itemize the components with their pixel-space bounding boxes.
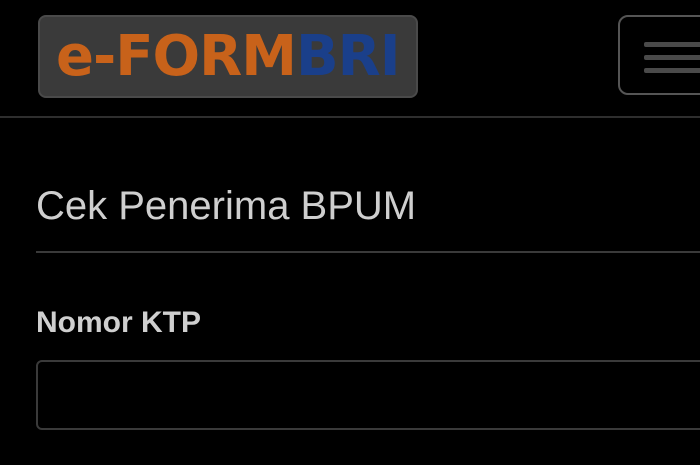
eform-bri-logo[interactable]: e-FORM BRI (38, 15, 418, 98)
menu-toggle-button[interactable] (618, 15, 700, 95)
page-title: Cek Penerima BPUM (36, 184, 417, 228)
hamburger-bar (644, 68, 700, 73)
ktp-number-input[interactable] (36, 360, 700, 430)
title-divider (36, 251, 700, 253)
hamburger-bar (644, 55, 700, 60)
logo-text-eform: e-FORM (56, 23, 297, 89)
ktp-field-label: Nomor KTP (36, 306, 201, 339)
hamburger-bar (644, 42, 700, 47)
page: e-FORM BRI Cek Penerima BPUM Nomor KTP (0, 0, 700, 465)
logo-text-bri: BRI (295, 23, 401, 89)
navbar: e-FORM BRI (0, 0, 700, 118)
